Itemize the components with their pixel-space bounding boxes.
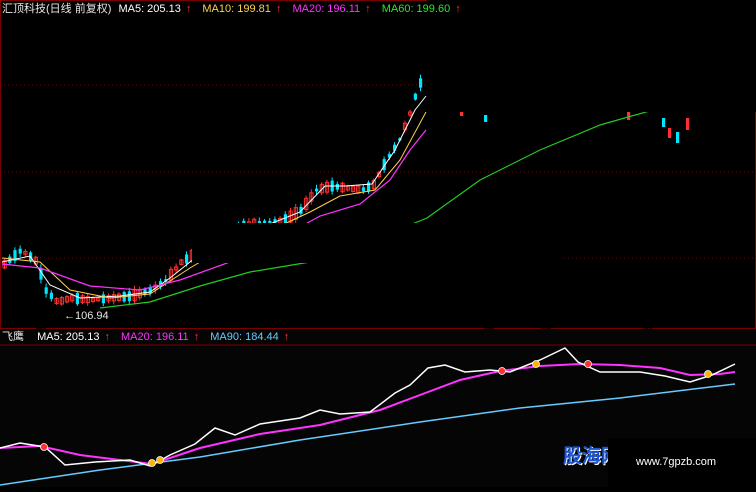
- stock-label: 汇顶科技(日线 前复权): [2, 3, 112, 15]
- up-arrow-icon: ↑: [185, 3, 192, 15]
- up-arrow-icon: ↑: [455, 3, 461, 15]
- candle-body: [419, 78, 423, 88]
- signal-label-reduce: 减: [541, 321, 551, 332]
- candle-body: [185, 254, 189, 264]
- candle-body: [676, 132, 680, 143]
- ma10-value: MA10: 199.81 ↑: [202, 3, 282, 15]
- signal-label-fall: 跌: [36, 321, 46, 332]
- signal-marker-icon: [584, 360, 592, 368]
- low-price-label: ←106.94: [64, 310, 109, 322]
- candle-body: [361, 187, 365, 192]
- signal-label-wealth: 财: [643, 321, 653, 332]
- candle-body: [668, 128, 672, 138]
- up-arrow-icon: ↑: [365, 3, 371, 15]
- signal-marker-icon: [40, 443, 48, 451]
- candle-body: [75, 292, 79, 305]
- sub-ma90-value: MA90: 184.44 ↑: [210, 331, 290, 343]
- up-arrow-icon: ↑: [104, 331, 110, 343]
- candle-body: [484, 115, 488, 122]
- signal-marker-icon: [498, 367, 506, 375]
- candle-body: [662, 118, 666, 127]
- candle-body: [101, 294, 105, 304]
- signal-marker-icon: [148, 459, 156, 467]
- watermark-url: www.7gpzb.com: [636, 456, 717, 468]
- obscured-region-top-right: [427, 0, 756, 112]
- candle-body: [686, 118, 690, 130]
- sub-ma5-value: MA5: 205.13 ↑: [37, 331, 110, 343]
- ma60-line: [99, 101, 716, 309]
- signal-marker-icon: [704, 370, 712, 378]
- up-arrow-icon: ↑: [283, 331, 290, 343]
- candle-body: [18, 248, 22, 254]
- chart-window[interactable]: 汇顶科技(日线 前复权) MA5: 205.13 ↑ MA10: 199.81 ↑ …: [0, 0, 756, 487]
- signal-label-a: A: [219, 317, 227, 328]
- candle-body: [143, 289, 147, 295]
- indicator-name: 飞鹰: [2, 331, 24, 343]
- candle-body: [44, 287, 48, 294]
- ma20-value: MA20: 196.11 ↑: [292, 3, 371, 15]
- signal-label-rise: 涨: [484, 321, 494, 332]
- candle-body: [335, 183, 339, 190]
- candle-body: [315, 188, 319, 192]
- up-arrow-icon: ↑: [275, 3, 282, 15]
- ma20-line: [1, 129, 427, 291]
- up-arrow-icon: ↑: [193, 331, 200, 343]
- signal-marker-icon: [532, 360, 540, 368]
- candle-body: [413, 93, 417, 100]
- ma5-value: MA5: 205.13 ↑: [118, 3, 192, 15]
- sub-indicator-header: 飞鹰 MA5: 205.13 ↑ MA20: 196.11 ↑ MA90: 184.…: [2, 330, 297, 344]
- main-indicator-header: 汇顶科技(日线 前复权) MA5: 205.13 ↑ MA10: 199.81 ↑ …: [2, 2, 469, 16]
- ma60-value: MA60: 199.60 ↑: [381, 3, 461, 15]
- sub-ma20-value: MA20: 196.11 ↑: [121, 331, 200, 343]
- ma10-line: [1, 111, 427, 299]
- signal-marker-icon: [156, 456, 164, 464]
- obscured-region-middle: [192, 223, 563, 263]
- candle-body: [49, 292, 53, 299]
